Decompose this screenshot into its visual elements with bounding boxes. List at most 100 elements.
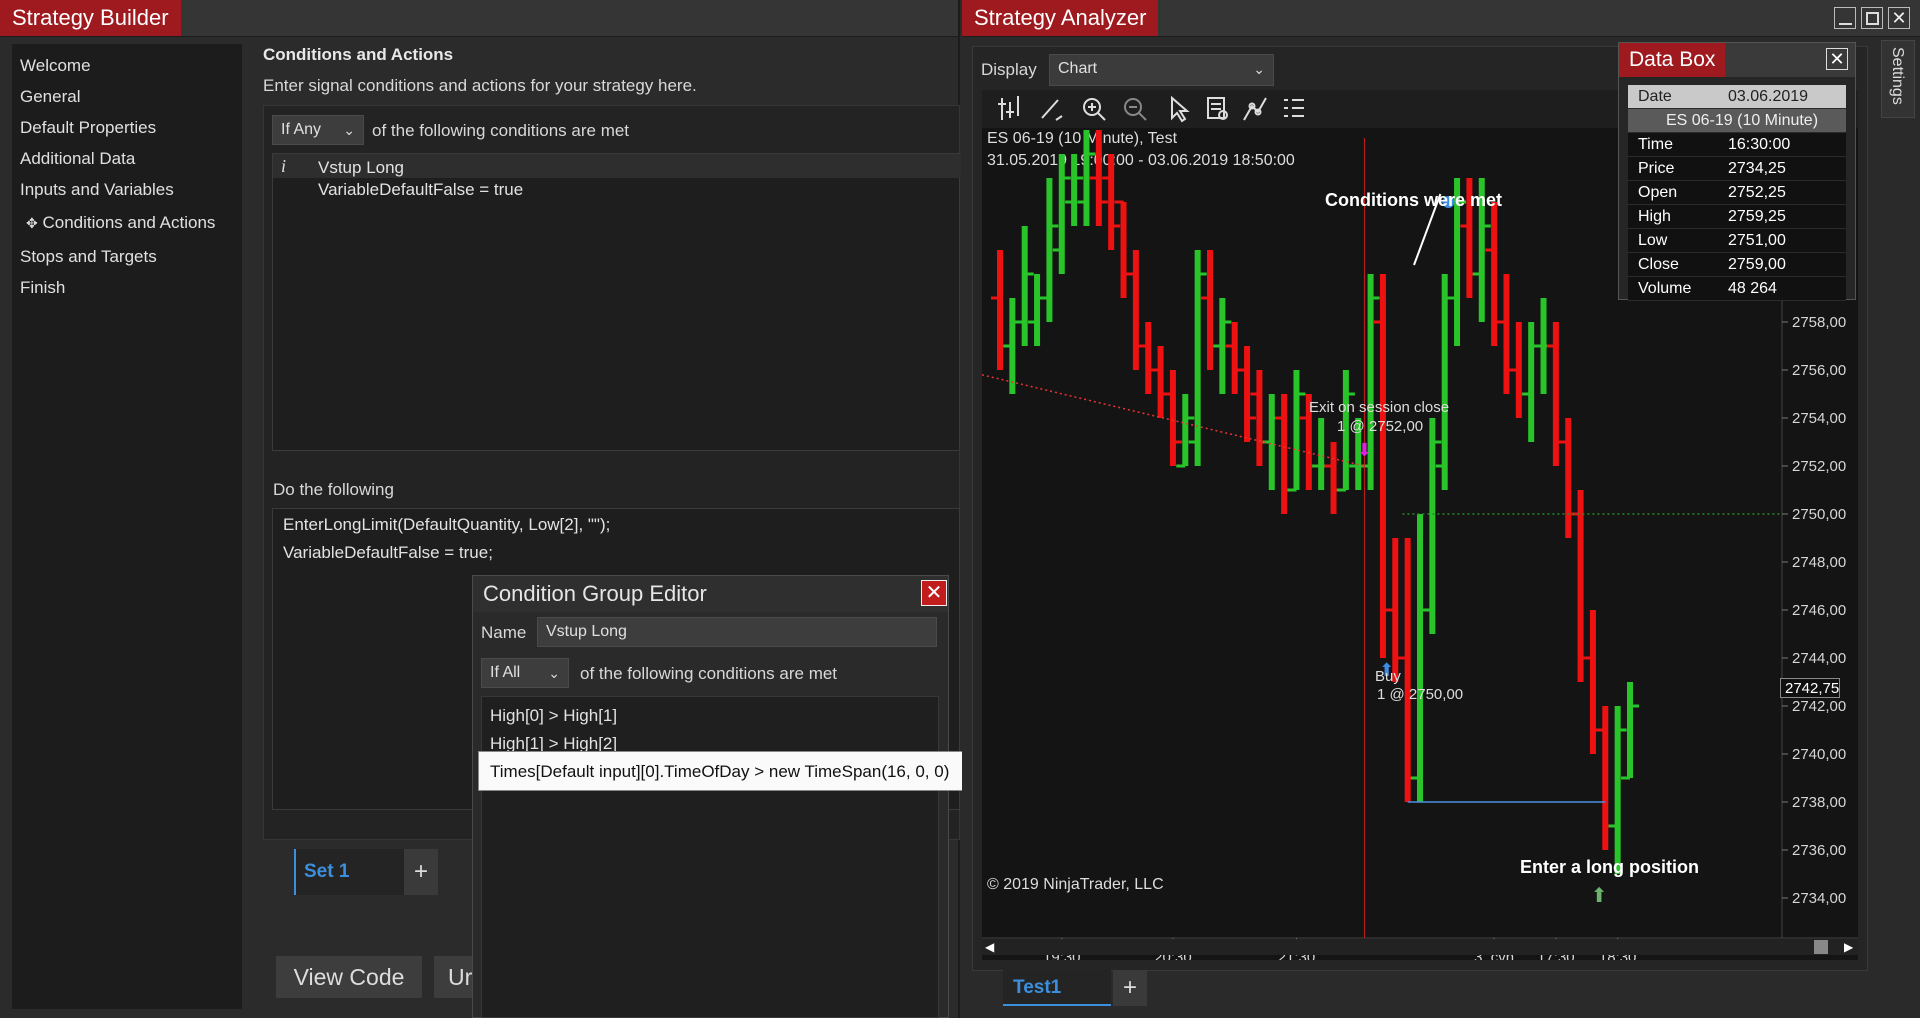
diamond-icon: ✥: [26, 215, 38, 231]
tab-set-1[interactable]: Set 1: [294, 849, 404, 895]
databox-row-instrument: ES 06-19 (10 Minute): [1628, 108, 1846, 133]
y-tick-label: 2746,00: [1792, 602, 1846, 619]
condition-group-name: Vstup Long: [318, 158, 405, 177]
y-tick-label: 2756,00: [1792, 362, 1846, 379]
do-following-label: Do the following: [273, 480, 394, 499]
ohlc-bar: [1559, 418, 1578, 538]
close-icon[interactable]: ✕: [921, 580, 947, 606]
nav-stops-targets[interactable]: Stops and Targets: [12, 241, 242, 272]
section-description: Enter signal conditions and actions for …: [263, 76, 697, 95]
dialog-header: Condition Group Editor: [473, 576, 948, 612]
wizard-nav: Welcome General Default Properties Addit…: [12, 44, 242, 1009]
nav-finish[interactable]: Finish: [12, 272, 242, 303]
nav-inputs-variables[interactable]: Inputs and Variables: [12, 174, 242, 205]
current-price-tag: 2742,75: [1780, 678, 1840, 698]
buy-label: Buy: [1375, 668, 1401, 685]
ohlc-bar: [1398, 538, 1417, 802]
conditions-list[interactable]: i Vstup Long VariableDefaultFalse = true: [272, 153, 961, 451]
info-icon: i: [281, 156, 287, 176]
ohlc-bar: [1287, 370, 1306, 492]
ohlc-bar: [1052, 154, 1071, 274]
display-value: Chart: [1058, 60, 1098, 77]
add-test-button[interactable]: +: [1113, 970, 1147, 1006]
nav-welcome[interactable]: Welcome: [12, 50, 242, 81]
section-title: Conditions and Actions: [263, 45, 454, 64]
y-tick-label: 2754,00: [1792, 410, 1846, 427]
editor-conditions-list[interactable]: High[0] > High[1] High[1] > High[2]: [481, 696, 939, 1018]
display-select[interactable]: Chart ⌄: [1049, 54, 1274, 86]
settings-side-tab[interactable]: Settings: [1881, 40, 1915, 118]
scroll-right-icon[interactable]: ▶: [1844, 940, 1853, 954]
condition-item-3: Times[Default input][0].TimeOfDay > new …: [490, 762, 950, 781]
bar-type-icon: [998, 96, 1019, 120]
y-tick-label: 2738,00: [1792, 794, 1846, 811]
data-box-title: Data Box: [1619, 43, 1726, 77]
exit-price: 1 @ 2752,00: [1337, 418, 1424, 435]
condition-item-3-highlight[interactable]: Times[Default input][0].TimeOfDay > new …: [478, 751, 994, 791]
nav-additional-data[interactable]: Additional Data: [12, 143, 242, 174]
ohlc-bar: [1176, 394, 1195, 468]
databox-row-date: Date 03.06.2019: [1628, 85, 1846, 109]
window-controls: ✕: [1834, 5, 1914, 31]
if-any-select[interactable]: If Any ⌄: [272, 115, 364, 145]
ohlc-bar: [1608, 706, 1627, 874]
minimize-icon[interactable]: [1834, 7, 1856, 29]
condition-item-1[interactable]: High[0] > High[1]: [490, 706, 617, 726]
ohlc-bar: [1225, 322, 1244, 394]
data-box-icon: [1207, 97, 1228, 120]
scroll-thumb[interactable]: [1814, 940, 1828, 954]
chevron-down-icon: ⌄: [343, 122, 355, 138]
nav-general[interactable]: General: [12, 81, 242, 112]
view-code-button[interactable]: View Code: [276, 956, 422, 998]
chart-scrollbar[interactable]: ◀ ▶: [982, 939, 1858, 955]
if-all-select[interactable]: If All ⌄: [481, 658, 569, 688]
y-tick-label: 2744,00: [1792, 650, 1846, 667]
dialog-title: Condition Group Editor: [483, 581, 707, 606]
action-line-2: VariableDefaultFalse = true;: [283, 543, 493, 562]
add-set-button[interactable]: +: [404, 849, 438, 895]
exit-label: Exit on session close: [1309, 399, 1450, 416]
close-window-icon[interactable]: ✕: [1888, 7, 1910, 29]
data-box-table: Date 03.06.2019 ES 06-19 (10 Minute) Time…: [1628, 85, 1846, 301]
databox-row-open: Open 2752,25: [1628, 180, 1846, 205]
databox-row-price: Price 2734,25: [1628, 156, 1846, 181]
ohlc-bar: [1015, 226, 1034, 346]
close-icon[interactable]: ✕: [1826, 48, 1848, 70]
strategy-builder-titlebar: Strategy Builder: [0, 0, 958, 37]
ohlc-bar: [1188, 250, 1207, 466]
properties-list-icon: [1284, 99, 1304, 117]
maximize-icon[interactable]: [1861, 7, 1883, 29]
databox-row-close: Close 2759,00: [1628, 252, 1846, 277]
unlock-code-button[interactable]: Ur: [434, 956, 474, 998]
chevron-down-icon: ⌄: [1253, 61, 1265, 77]
ohlc-bar: [1423, 418, 1442, 634]
ohlc-bar: [1324, 442, 1343, 514]
nav-conditions-actions[interactable]: ✥ Conditions and Actions: [12, 205, 242, 241]
ohlc-bar: [1583, 610, 1602, 754]
condition-line: VariableDefaultFalse = true: [318, 180, 524, 199]
ohlc-bar: [1275, 394, 1294, 514]
data-box-header: Data Box ✕: [1619, 43, 1855, 77]
ohlc-bar: [1571, 490, 1590, 682]
if-any-value: If Any: [281, 121, 322, 138]
ohlc-bar: [1139, 322, 1158, 394]
zoom-in-icon: [1083, 98, 1106, 121]
conditions-suffix: of the following conditions are met: [372, 121, 630, 140]
ohlc-bar: [1596, 706, 1615, 850]
annotation-enter-long: Enter a long position: [1520, 857, 1699, 877]
ohlc-bar: [1151, 346, 1170, 418]
name-input[interactable]: Vstup Long: [537, 617, 937, 647]
databox-row-low: Low 2751,00: [1628, 228, 1846, 253]
ohlc-bar: [1126, 250, 1145, 370]
ohlc-bar: [1003, 298, 1022, 394]
nav-conditions-actions-label: Conditions and Actions: [42, 213, 216, 232]
ohlc-bar: [1497, 274, 1516, 394]
y-tick-label: 2748,00: [1792, 554, 1846, 571]
nav-default-properties[interactable]: Default Properties: [12, 112, 242, 143]
y-tick-label: 2752,00: [1792, 458, 1846, 475]
scroll-left-icon[interactable]: ◀: [985, 940, 994, 954]
strategy-analyzer-title: Strategy Analyzer: [962, 0, 1159, 36]
databox-row-time: Time 16:30:00: [1628, 132, 1846, 157]
tab-test1[interactable]: Test1: [1003, 970, 1111, 1006]
databox-row-high: High 2759,25: [1628, 204, 1846, 229]
